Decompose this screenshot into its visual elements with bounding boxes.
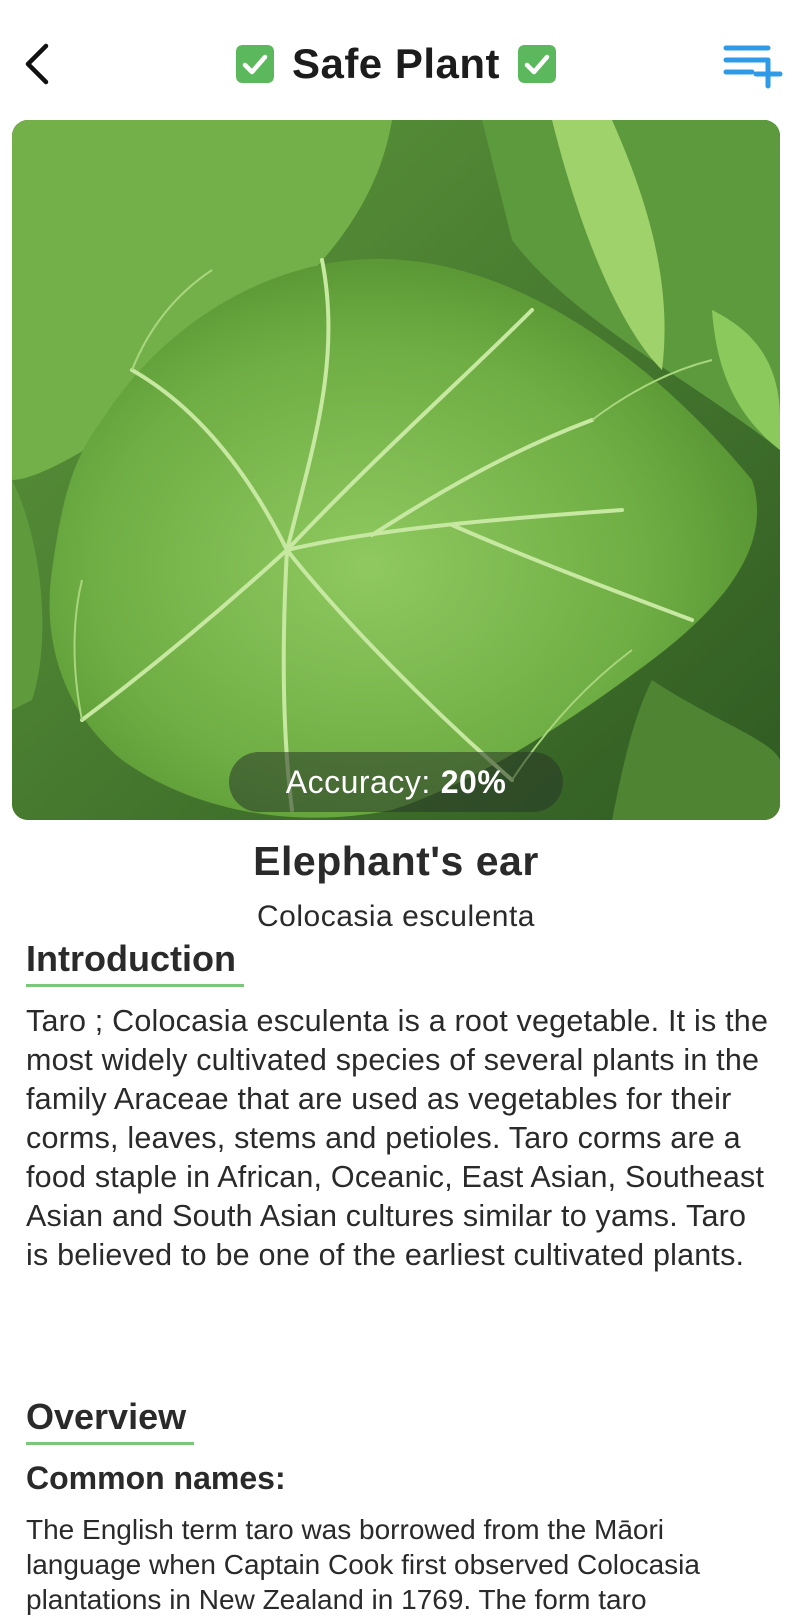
- add-to-list-button[interactable]: [722, 40, 784, 90]
- top-bar: Safe Plant: [0, 0, 792, 120]
- common-names-label: Common names:: [26, 1460, 286, 1496]
- playlist-add-icon: [723, 45, 783, 89]
- plant-photo: [12, 120, 780, 820]
- check-box-icon: [518, 45, 557, 83]
- common-names-text: The English term taro was borrowed from …: [26, 1514, 700, 1615]
- introduction-heading: Introduction: [26, 938, 244, 987]
- introduction-text: Taro ; Colocasia esculenta is a root veg…: [26, 1004, 769, 1272]
- accuracy-value: 20%: [440, 763, 507, 800]
- check-box-icon: [235, 45, 274, 83]
- accuracy-badge: Accuracy: 20%: [229, 752, 563, 812]
- leaf-illustration: [12, 120, 780, 820]
- page-title: Safe Plant: [291, 40, 501, 87]
- accuracy-label: Accuracy:: [285, 763, 431, 800]
- plant-scientific-name: Colocasia esculenta: [257, 900, 535, 933]
- overview-heading: Overview: [26, 1396, 195, 1445]
- plant-common-name: Elephant's ear: [253, 838, 539, 884]
- page-title-group: Safe Plant: [0, 38, 792, 90]
